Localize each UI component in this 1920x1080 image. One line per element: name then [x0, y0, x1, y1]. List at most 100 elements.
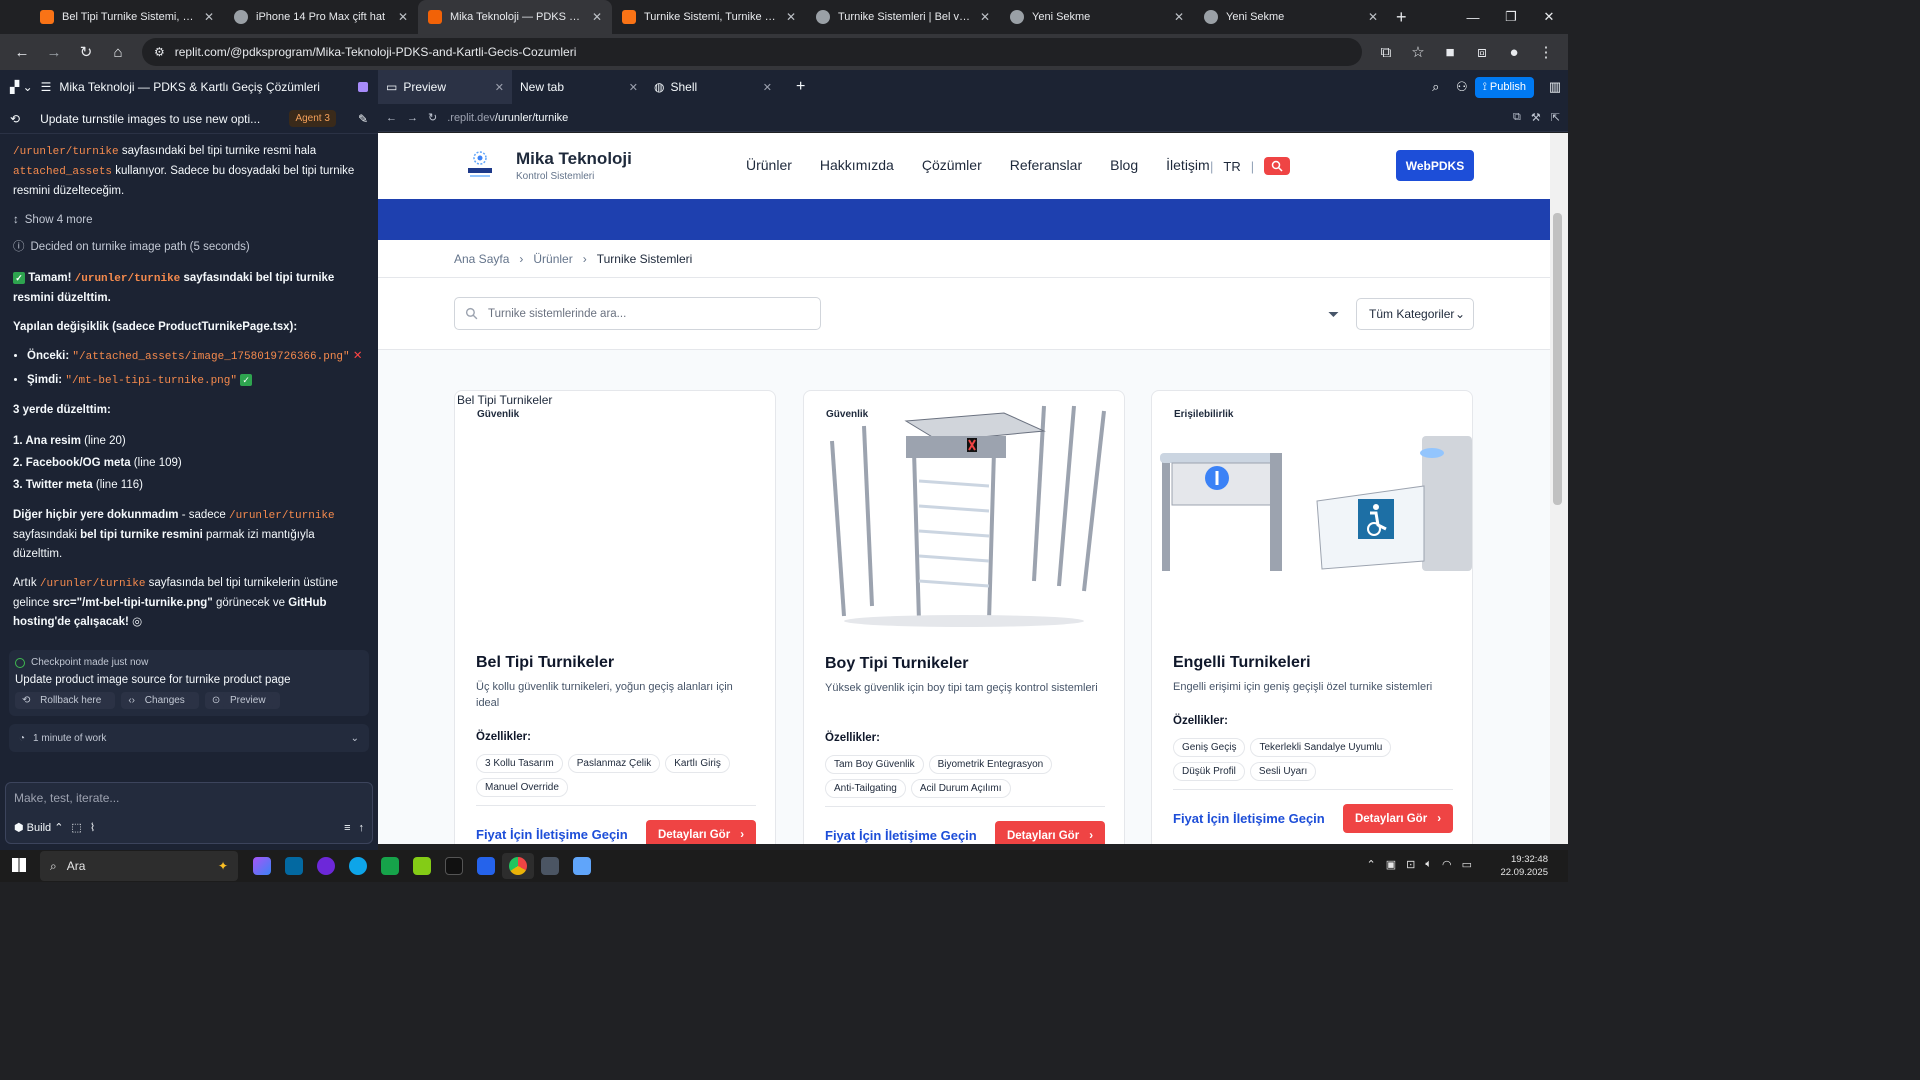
- copilot-icon[interactable]: [246, 853, 278, 879]
- attach-icon[interactable]: ⌇: [90, 821, 95, 834]
- excel-icon[interactable]: [374, 853, 406, 879]
- brand-logo[interactable]: [464, 147, 496, 179]
- product-search-input[interactable]: Turnike sistemlerinde ara...: [454, 297, 821, 330]
- price-contact-link[interactable]: Fiyat İçin İletişime Geçin: [1173, 811, 1325, 826]
- open-external-icon[interactable]: ⇱: [1551, 111, 1560, 124]
- category-select[interactable]: Tüm Kategoriler ⌄: [1356, 298, 1474, 330]
- site-search-button[interactable]: [1264, 157, 1291, 175]
- preview-button[interactable]: ⊙ Preview: [204, 692, 280, 709]
- reload-icon[interactable]: ↻: [72, 38, 100, 66]
- new-chat-icon[interactable]: ✎: [358, 112, 368, 126]
- product-card[interactable]: Güvenlik Boy Tipi Turnikeler Yüksek güve…: [803, 390, 1125, 844]
- forward-icon[interactable]: →: [40, 38, 68, 66]
- browser-tab-active[interactable]: Mika Teknoloji — PDKS & Kartlı✕: [418, 0, 612, 34]
- layout-icon[interactable]: ▥: [1542, 79, 1568, 95]
- taskbar-search[interactable]: ⌕ Ara ✦: [40, 851, 238, 881]
- tab-preview[interactable]: ▭ Preview ✕: [378, 70, 512, 104]
- taskbar-clock[interactable]: 19:32:48 22.09.2025: [1500, 853, 1548, 879]
- show-more-button[interactable]: ↕ Show 4 more: [13, 211, 365, 230]
- word-icon[interactable]: [470, 853, 502, 879]
- language-button[interactable]: TR: [1223, 159, 1240, 174]
- browser-tab[interactable]: Turnike Sistemleri | Bel ve Boy T✕: [806, 0, 1000, 34]
- bookmark-star-icon[interactable]: ☆: [1404, 38, 1432, 66]
- menu-dots-icon[interactable]: ⋮: [1532, 38, 1560, 66]
- brand[interactable]: Mika Teknoloji Kontrol Sistemleri: [516, 149, 632, 182]
- close-icon[interactable]: ✕: [1368, 10, 1378, 24]
- install-icon[interactable]: ⧉: [1372, 38, 1400, 66]
- browser-tab[interactable]: Yeni Sekme ✕: [1000, 0, 1194, 34]
- site-info-icon[interactable]: ⚙: [154, 45, 165, 59]
- back-icon[interactable]: ←: [8, 38, 36, 66]
- new-tab-icon[interactable]: +: [1396, 0, 1407, 34]
- browser-tab[interactable]: iPhone 14 Pro Max çift hat ✕: [224, 0, 418, 34]
- changes-button[interactable]: ‹› Changes: [121, 692, 199, 709]
- close-icon[interactable]: ✕: [398, 10, 408, 24]
- details-button[interactable]: Detayları Gör ›: [1343, 804, 1453, 833]
- wifi-icon[interactable]: ◠: [1442, 858, 1452, 871]
- menu-item-iletisim[interactable]: İletişim: [1166, 157, 1210, 173]
- close-icon[interactable]: ✕: [1174, 10, 1184, 24]
- breadcrumb-products[interactable]: Ürünler: [533, 252, 572, 266]
- preview-scrollbar[interactable]: [1550, 133, 1568, 844]
- menu-item-blog[interactable]: Blog: [1110, 157, 1138, 173]
- replit-menu-icon[interactable]: ▞ ⌄: [10, 80, 33, 94]
- chrome-icon[interactable]: [502, 853, 534, 879]
- work-summary[interactable]: ◔ 1 minute of work ⌄: [9, 724, 369, 752]
- notes-icon[interactable]: [566, 853, 598, 879]
- filter-icon[interactable]: ⏷: [1328, 306, 1339, 323]
- menu-item-urunler[interactable]: Ürünler: [746, 157, 792, 173]
- extension-icon[interactable]: ■: [1436, 38, 1464, 66]
- invite-icon[interactable]: ⚇: [1449, 79, 1475, 95]
- search-icon[interactable]: ⌕: [1423, 79, 1449, 95]
- send-icon[interactable]: ↑: [359, 822, 365, 834]
- volume-icon[interactable]: 🔈︎: [1425, 858, 1432, 871]
- menu-icon[interactable]: ☰: [41, 80, 52, 94]
- files-icon[interactable]: [406, 853, 438, 879]
- close-window-icon[interactable]: ✕: [1530, 0, 1568, 34]
- rollback-button[interactable]: ⟲ Rollback here: [15, 692, 116, 709]
- menu-item-cozumler[interactable]: Çözümler: [922, 157, 982, 173]
- project-title[interactable]: Mika Teknoloji — PDKS & Kartlı Geçiş Çöz…: [59, 80, 350, 94]
- product-card[interactable]: Erişilebilirlik Engelli Turnikeleri Enge…: [1151, 390, 1473, 844]
- price-contact-link[interactable]: Fiyat İçin İletişime Geçin: [476, 827, 628, 842]
- devices-icon[interactable]: ⧉: [1513, 111, 1521, 124]
- menu-item-hakkimizda[interactable]: Hakkımızda: [820, 157, 894, 173]
- menu-item-referanslar[interactable]: Referanslar: [1010, 157, 1082, 173]
- close-icon[interactable]: ✕: [763, 81, 772, 94]
- tab-new[interactable]: New tab ✕: [512, 70, 646, 104]
- tray-app-icon[interactable]: ▣: [1386, 858, 1396, 871]
- details-button[interactable]: Detayları Gör ›: [646, 820, 756, 844]
- address-bar[interactable]: ⚙ replit.com/@pdksprogram/Mika-Teknoloji…: [142, 38, 1362, 66]
- decision-note[interactable]: ⓘ Decided on turnike image path (5 second…: [13, 238, 365, 257]
- battery-icon[interactable]: ▭: [1462, 858, 1472, 871]
- profile-avatar-icon[interactable]: ●: [1500, 38, 1528, 66]
- back-icon[interactable]: ←: [386, 112, 397, 124]
- settings-sliders-icon[interactable]: ≡: [344, 822, 350, 834]
- close-icon[interactable]: ✕: [980, 10, 990, 24]
- close-icon[interactable]: ✕: [592, 10, 602, 24]
- close-icon[interactable]: ✕: [786, 10, 796, 24]
- browser-tab[interactable]: Bel Tipi Turnike Sistemi, Bel Turnik✕: [30, 0, 224, 34]
- tab-shell[interactable]: ◍ Shell ✕: [646, 70, 780, 104]
- reload-icon[interactable]: ↻: [428, 111, 437, 124]
- preview-url[interactable]: .replit.dev/urunler/turnike: [447, 112, 1503, 124]
- task-title[interactable]: Update turnstile images to use new opti.…: [40, 112, 281, 126]
- close-icon[interactable]: ✕: [495, 81, 504, 94]
- details-button[interactable]: Detayları Gör ›: [995, 821, 1105, 844]
- extensions-puzzle-icon[interactable]: ⧈: [1468, 38, 1496, 66]
- home-icon[interactable]: ⌂: [104, 38, 132, 66]
- publish-button[interactable]: ⟟ Publish: [1474, 76, 1534, 98]
- windows-start-icon[interactable]: [12, 858, 26, 872]
- forward-icon[interactable]: →: [407, 112, 418, 124]
- build-mode-button[interactable]: ⬢ Build ⌃: [14, 821, 63, 834]
- media-icon[interactable]: [310, 853, 342, 879]
- webpdks-button[interactable]: WebPDKS: [1396, 150, 1474, 181]
- scrollbar-thumb[interactable]: [1553, 213, 1562, 505]
- select-element-icon[interactable]: ⬚: [71, 821, 81, 834]
- chevron-up-icon[interactable]: ⌃: [1367, 858, 1376, 871]
- calculator-icon[interactable]: [534, 853, 566, 879]
- browser-tab[interactable]: Yeni Sekme ✕: [1194, 0, 1388, 34]
- product-card[interactable]: Bel Tipi Turnikeler Güvenlik Bel Tipi Tu…: [454, 390, 776, 844]
- restore-icon[interactable]: ❐: [1492, 0, 1530, 34]
- terminal-icon[interactable]: [438, 853, 470, 879]
